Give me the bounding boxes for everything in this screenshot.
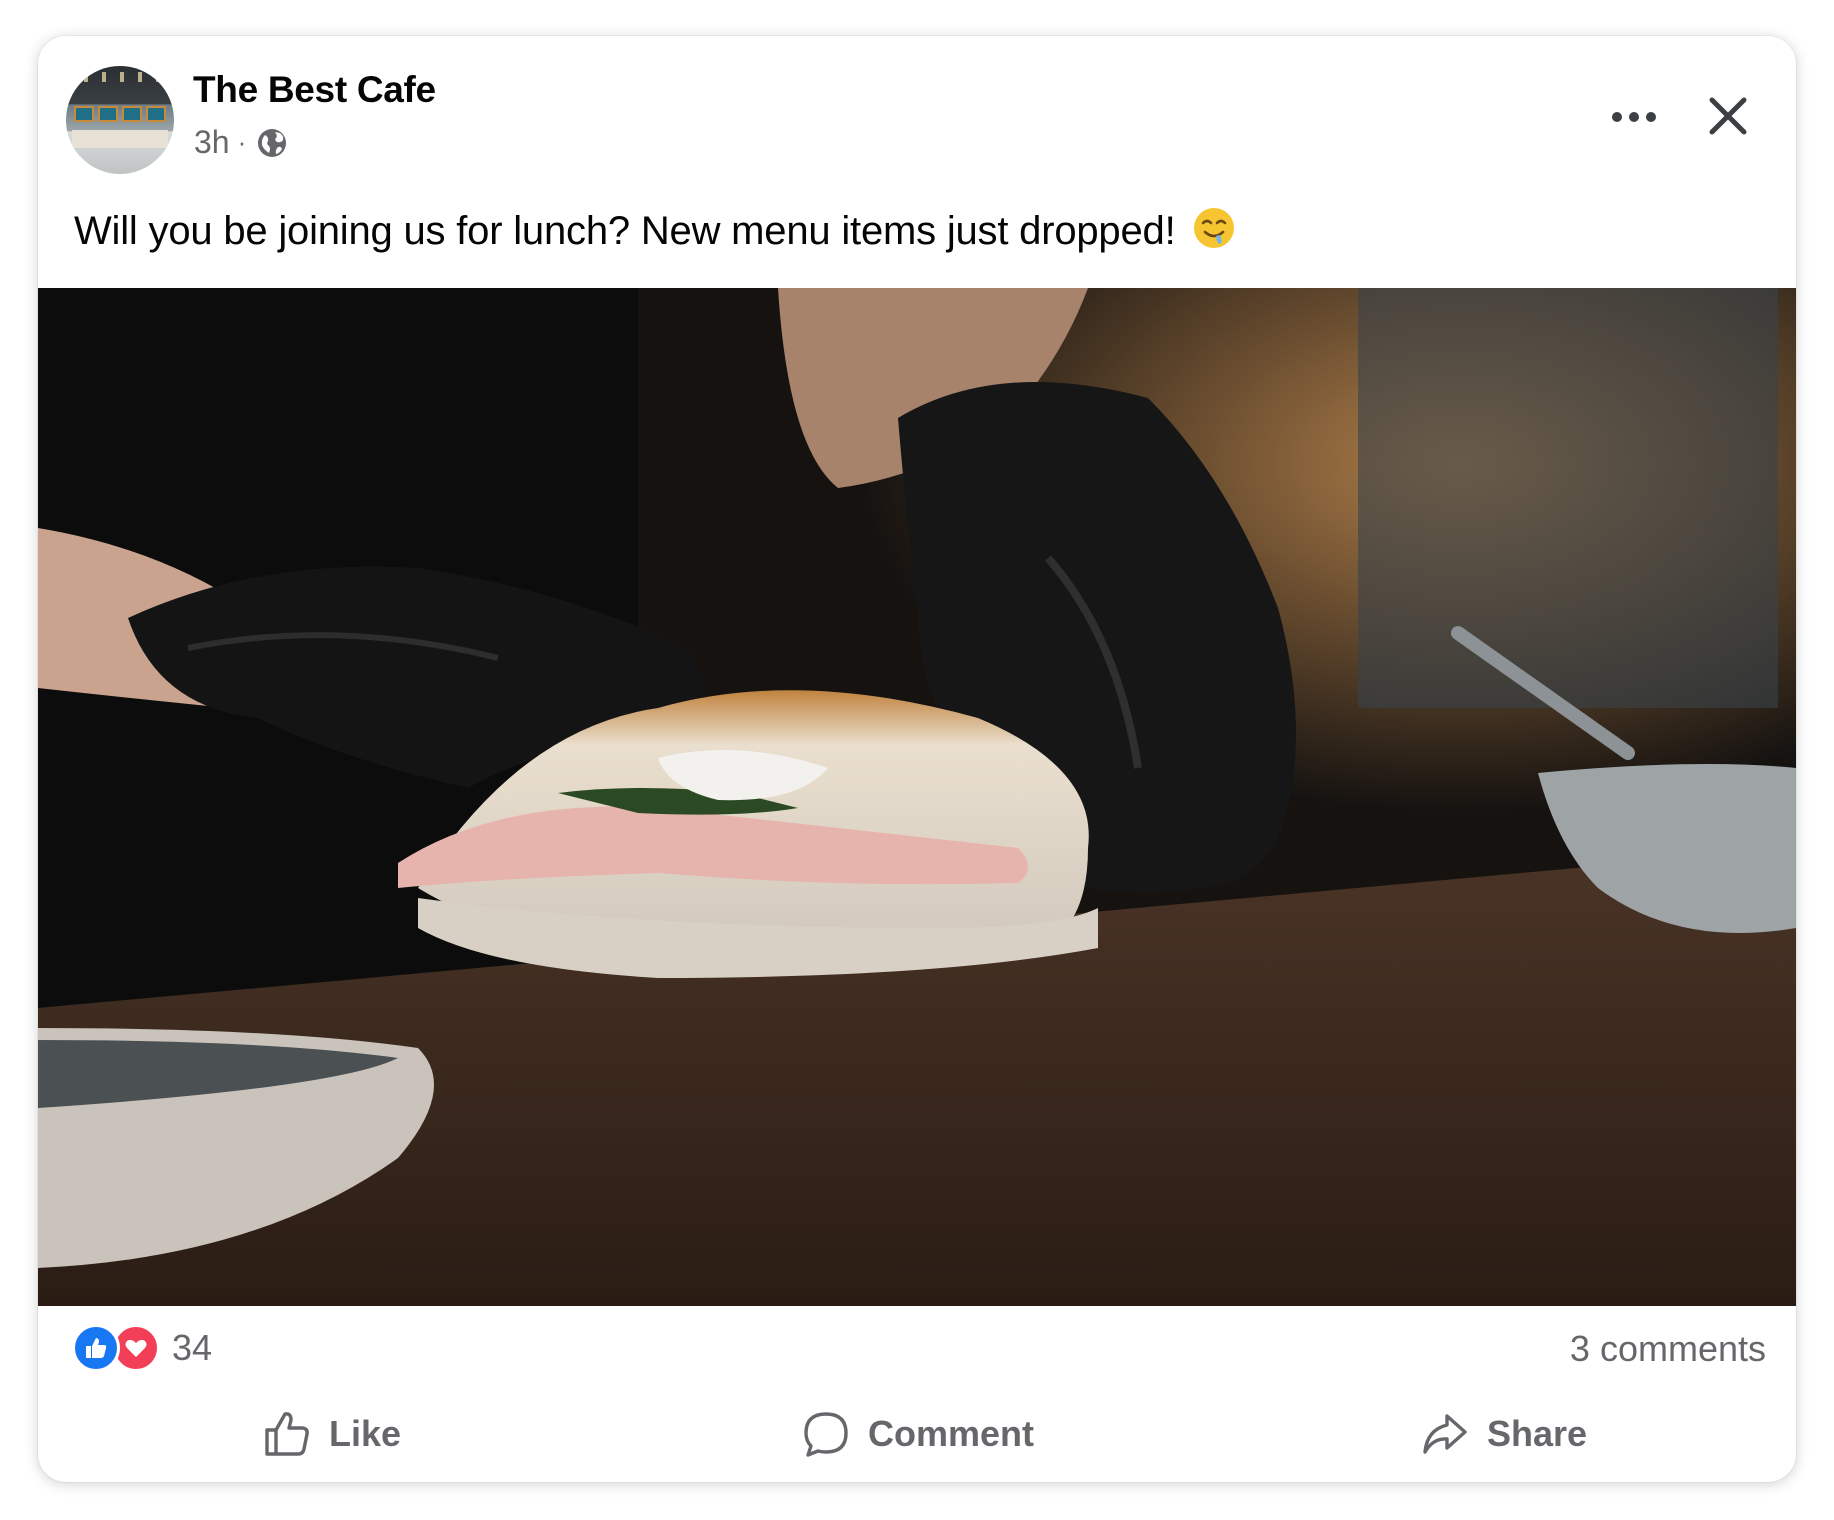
share-label: Share [1486,1413,1588,1454]
post-card: The Best Cafe 3h · Will you be joining u… [38,36,1796,1482]
post-message: Will you be joining us for lunch? New me… [74,209,1176,253]
drooling-face-emoji [1194,208,1235,248]
share-arrow-icon [1423,1414,1467,1454]
like-label: Like [328,1413,402,1454]
reaction-count: 34 [172,1327,213,1368]
comments-count[interactable]: 3 comments [1570,1328,1766,1370]
more-options-icon[interactable] [1604,102,1664,132]
comment-button[interactable]: Comment [624,1398,1210,1470]
page-name[interactable]: The Best Cafe [193,69,436,111]
like-reaction-icon [72,1324,120,1372]
like-button[interactable]: Like [38,1398,624,1470]
globe-icon [258,128,287,157]
post-actions-bar: Like Comment Share [38,1398,1796,1470]
page-avatar[interactable] [66,66,174,174]
post-time[interactable]: 3h [194,124,230,161]
post-text: Will you be joining us for lunch? New me… [74,206,1236,254]
close-icon[interactable] [1698,86,1758,146]
meta-separator: · [237,127,247,157]
share-button[interactable]: Share [1210,1398,1796,1470]
post-photo[interactable] [38,288,1796,1306]
comment-label: Comment [867,1413,1034,1454]
post-meta: 3h · [194,124,288,161]
thumbs-up-icon [265,1412,309,1456]
reactions-summary[interactable]: 34 [72,1324,212,1372]
comment-bubble-icon [804,1412,848,1457]
